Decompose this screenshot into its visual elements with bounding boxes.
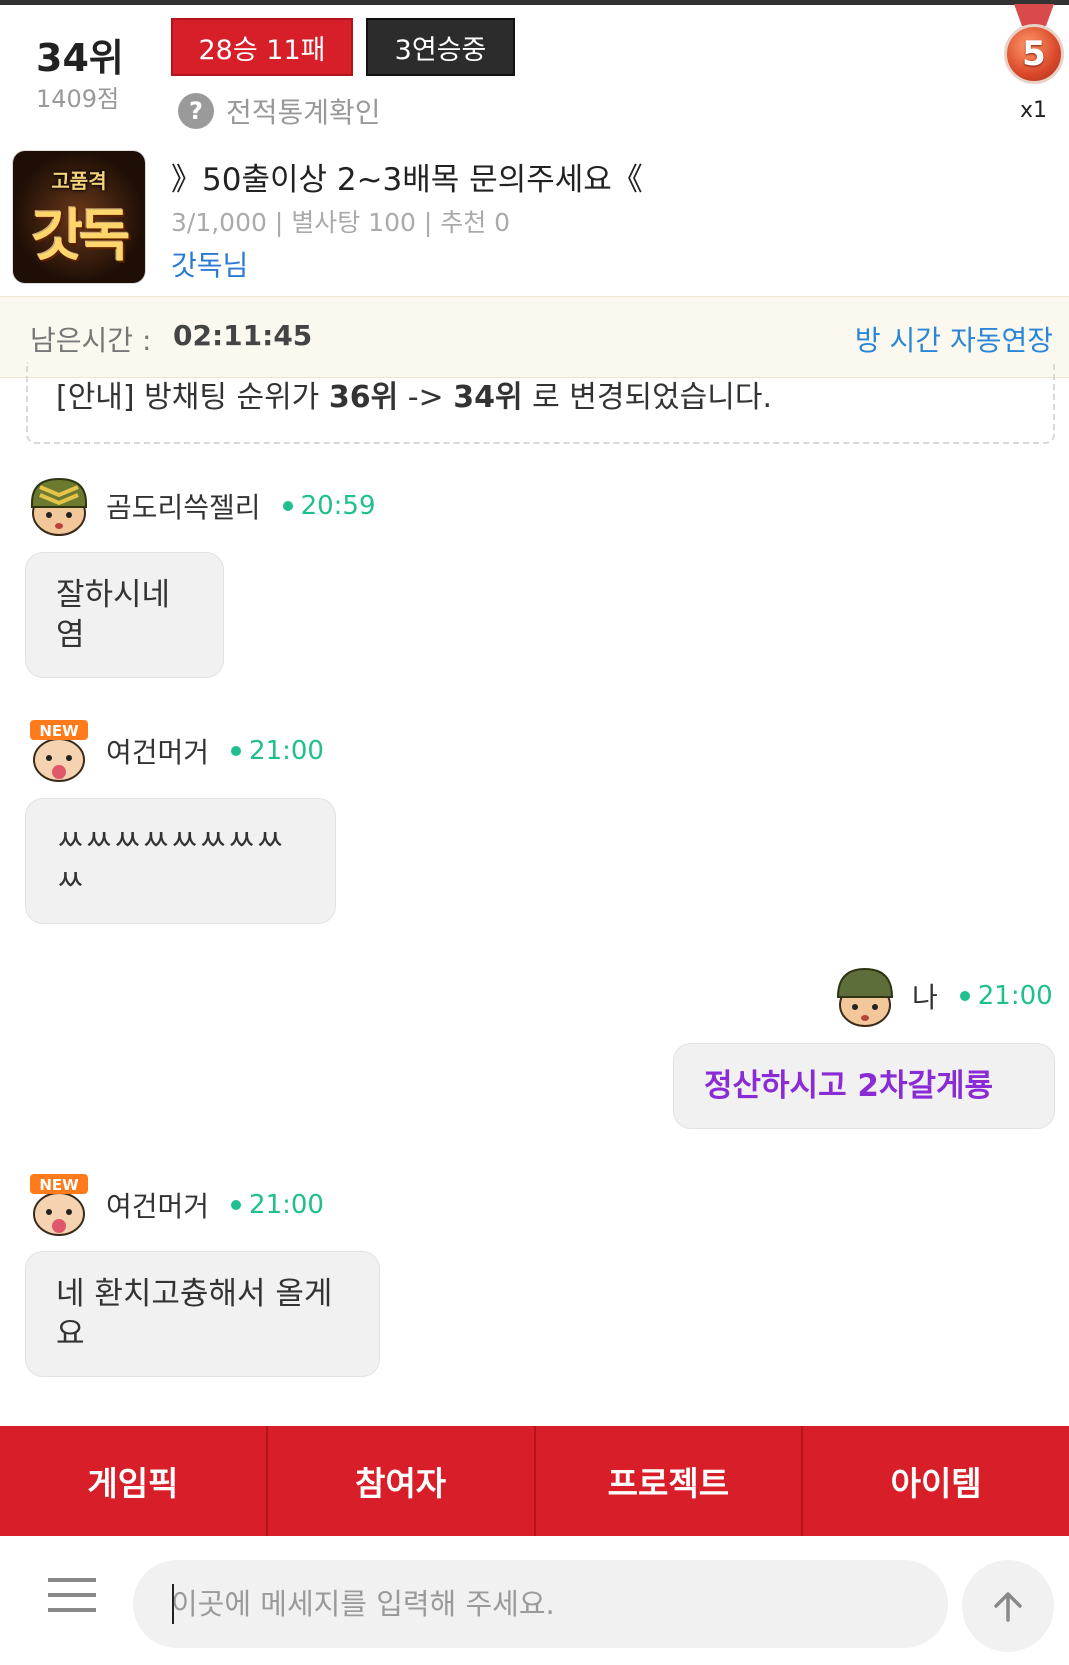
stats-link-label: 전적통계확인: [226, 96, 381, 129]
stats-link[interactable]: ? 전적통계확인: [178, 90, 381, 132]
svg-text:NEW: NEW: [39, 722, 79, 740]
win-streak-badge: 3연승중: [366, 18, 515, 76]
message-header: 곰도리쓱젤리 20:59: [26, 473, 376, 539]
new-user-avatar-icon[interactable]: NEW: [26, 1172, 92, 1238]
notice-suffix: 로 변경되었습니다.: [522, 380, 773, 415]
notice-arrow: ->: [398, 380, 454, 415]
message-bubble: 잘하시네 염: [25, 552, 224, 678]
online-dot: [231, 1200, 242, 1210]
rank-text: 34위: [36, 36, 124, 80]
rank-change-notice: [안내] 방채팅 순위가 36위 -> 34위 로 변경되었습니다.: [26, 362, 1055, 444]
message-text-line: 염: [56, 617, 85, 653]
score-text: 1409점: [36, 85, 120, 113]
soldier-avatar-icon[interactable]: [832, 963, 898, 1029]
room-title: 》50출이상 2~3배목 문의주세요《: [171, 162, 643, 198]
tab-game-pick[interactable]: 게임픽: [0, 1426, 268, 1536]
notice-text: [안내] 방채팅 순위가 36위 -> 34위 로 변경되었습니다.: [56, 372, 772, 416]
notice-to-rank: 34위: [453, 380, 523, 415]
medal-ribbon: [1014, 4, 1054, 26]
sender-nickname[interactable]: 곰도리쓱젤리: [106, 486, 261, 526]
thumbnail-title: 갓독: [31, 204, 130, 269]
message-time: 21:00: [977, 981, 1053, 1011]
notice-from-rank: 36위: [328, 380, 399, 415]
sender-nickname[interactable]: 나: [912, 976, 938, 1016]
notice-prefix: [안내] 방채팅 순위가: [56, 380, 329, 415]
tab-items[interactable]: 아이템: [803, 1426, 1069, 1536]
medal-level: 5: [1004, 24, 1064, 84]
room-owner-link[interactable]: 갓독님: [171, 244, 248, 284]
online-dot: [959, 991, 970, 1001]
message-header: NEW 여건머거 21:00: [26, 1172, 324, 1238]
room-meta: 3/1,000 | 별사탕 100 | 추천 0: [171, 208, 511, 237]
top-status-line: [0, 0, 1069, 5]
message-text-line: ㅆ: [56, 863, 85, 899]
svg-text:NEW: NEW: [39, 1176, 79, 1194]
send-button[interactable]: [962, 1560, 1054, 1652]
message-text-line: ㅆㅆㅆㅆㅆㅆㅆㅆ: [56, 823, 285, 859]
tab-project[interactable]: 프로젝트: [536, 1426, 804, 1536]
rank-box: 34위 1409점: [36, 34, 146, 116]
help-circle-icon: ?: [178, 93, 214, 129]
win-loss-badge: 28승 11패: [171, 18, 353, 76]
message-time: 21:00: [249, 736, 324, 766]
message-time: 21:00: [249, 1190, 324, 1220]
message-time: 20:59: [300, 491, 376, 521]
new-user-avatar-icon[interactable]: NEW: [26, 718, 92, 784]
timer-value: 02:11:45: [173, 319, 313, 352]
message-text-line: 요: [56, 1316, 85, 1352]
message-bubble: ㅆㅆㅆㅆㅆㅆㅆㅆ ㅆ: [25, 798, 336, 924]
message-text-line: 네 환치고츙해서 올게: [56, 1276, 333, 1312]
message-header: 나 21:00: [832, 963, 1053, 1029]
hamburger-menu-icon[interactable]: [48, 1578, 98, 1618]
text-caret: [172, 1584, 174, 1624]
medal-icon[interactable]: 5: [1002, 4, 1066, 86]
sender-nickname[interactable]: 여건머거: [106, 1185, 209, 1225]
online-dot: [231, 746, 242, 756]
sender-nickname[interactable]: 여건머거: [106, 731, 209, 771]
room-thumbnail[interactable]: 고품격 갓독: [13, 151, 145, 283]
medal-count: x1: [1020, 98, 1048, 123]
bottom-tab-bar: 게임픽 참여자 프로젝트 아이템: [0, 1426, 1069, 1536]
message-input[interactable]: [133, 1560, 948, 1648]
message-text-line: 잘하시네: [56, 577, 171, 613]
sergeant-avatar-icon[interactable]: [26, 473, 92, 539]
timer-label: 남은시간 :: [30, 324, 152, 357]
message-bubble: 네 환치고츙해서 올게 요: [25, 1251, 380, 1377]
message-input-row: [0, 1536, 1069, 1665]
auto-extend-link[interactable]: 방 시간 자동연장: [855, 319, 1053, 359]
tab-participants[interactable]: 참여자: [268, 1426, 536, 1536]
arrow-up-icon: [994, 1592, 1022, 1622]
message-header: NEW 여건머거 21:00: [26, 718, 324, 784]
online-dot: [282, 501, 293, 511]
message-text-line: 정산하시고 2차갈게룡: [704, 1068, 994, 1104]
my-message-bubble: 정산하시고 2차갈게룡: [673, 1043, 1055, 1129]
thumbnail-subtitle: 고품격: [51, 169, 107, 193]
